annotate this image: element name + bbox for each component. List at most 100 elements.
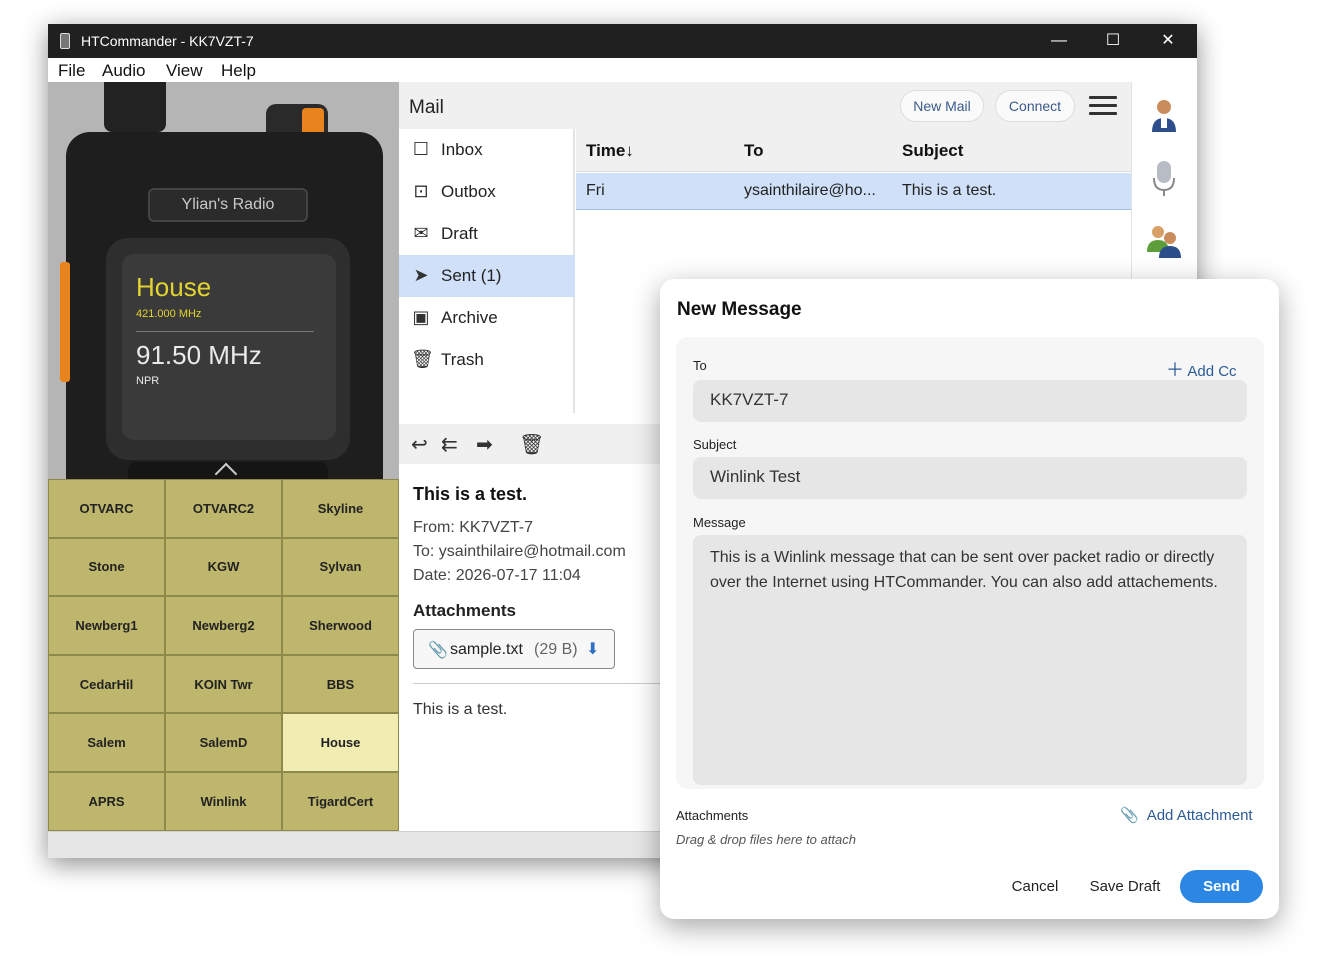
folder-draft[interactable]: ✉ Draft [399, 213, 575, 255]
row-to: ysainthilaire@ho... [744, 182, 876, 199]
message-fields: To ＋ Add Cc KK7VZT-7 Subject Winlink Tes… [676, 337, 1264, 789]
attachment-size: (29 B) [534, 641, 578, 658]
hamburger-menu-icon[interactable] [1089, 96, 1117, 116]
title-bar: HTCommander - KK7VZT-7 — ☐ ✕ [48, 24, 1197, 58]
viewer-attachments-heading: Attachments [413, 601, 516, 620]
channel-button[interactable]: KGW [165, 537, 282, 597]
reply-icon[interactable]: ↩ [411, 432, 428, 457]
menu-audio[interactable]: Audio [102, 61, 145, 81]
column-time[interactable]: Time↓ [586, 141, 634, 161]
menu-help[interactable]: Help [221, 61, 256, 81]
outbox-icon: ⊡ [413, 181, 429, 201]
reply-all-icon[interactable]: ⇇ [441, 432, 458, 457]
add-attachment-button[interactable]: 📎 Add Attachment [1120, 806, 1253, 824]
folder-label: Sent (1) [441, 266, 502, 285]
viewer-divider [413, 683, 673, 684]
delete-icon[interactable]: 🗑 [519, 432, 544, 457]
channel-button[interactable]: CedarHil [48, 654, 165, 714]
radio-vfo-frequency: 91.50 MHz [136, 340, 262, 370]
message-list-header: Time↓ To Subject [576, 129, 1131, 172]
folder-trash[interactable]: 🗑 Trash [399, 339, 575, 381]
message-body-field[interactable]: This is a Winlink message that can be se… [693, 535, 1247, 785]
channel-button[interactable]: KOIN Twr [165, 654, 282, 714]
maximize-button[interactable]: ☐ [1093, 28, 1133, 54]
attachment-chip[interactable]: 📎 sample.txt (29 B) ⬇ [413, 629, 615, 669]
radio-screen-divider [136, 331, 314, 332]
viewer-to: To: ysainthilaire@hotmail.com [413, 543, 626, 560]
channel-button[interactable]: OTVARC2 [165, 479, 282, 538]
channel-button[interactable]: OTVARC [48, 479, 165, 538]
new-message-dialog: New Message To ＋ Add Cc KK7VZT-7 Subject… [660, 279, 1279, 919]
channel-button[interactable]: Sherwood [282, 596, 399, 655]
viewer-subject: This is a test. [413, 484, 528, 504]
radio-nameplate: Ylian's Radio [148, 188, 308, 222]
table-row[interactable]: Fri ysainthilaire@ho... This is a test. [576, 173, 1131, 210]
trash-icon: 🗑 [411, 349, 434, 369]
channel-button[interactable]: APRS [48, 771, 165, 831]
folder-label: Draft [441, 224, 478, 243]
column-subject[interactable]: Subject [902, 141, 963, 161]
subject-label: Subject [693, 437, 737, 452]
folder-list: ☐ Inbox ⊡ Outbox ✉ Draft ➤ Sent (1) ▣ Ar… [399, 129, 575, 413]
forward-icon[interactable]: ➡ [476, 432, 493, 457]
radio-vfo-station: NPR [136, 375, 160, 387]
folder-inbox[interactable]: ☐ Inbox [399, 129, 575, 171]
channel-button[interactable]: Skyline [282, 479, 399, 538]
mail-header: Mail New Mail Connect [399, 82, 1131, 129]
channel-button[interactable]: Stone [48, 537, 165, 597]
close-button[interactable]: ✕ [1148, 28, 1188, 54]
user-icon[interactable] [1144, 94, 1184, 134]
draft-icon: ✉ [413, 223, 429, 243]
contacts-icon[interactable] [1144, 220, 1184, 260]
attachments-label: Attachments [676, 808, 749, 823]
channel-button[interactable]: TigardCert [282, 771, 399, 831]
channel-button[interactable]: Newberg2 [165, 596, 282, 655]
channel-button[interactable]: Winlink [165, 771, 282, 831]
folder-label: Outbox [441, 182, 496, 201]
folder-outbox[interactable]: ⊡ Outbox [399, 171, 575, 213]
radio-channel-frequency: 421.000 MHz [136, 308, 202, 320]
channel-button[interactable]: Newberg1 [48, 596, 165, 655]
add-cc-button[interactable]: ＋ Add Cc [1166, 356, 1237, 382]
row-subject: This is a test. [902, 182, 997, 199]
inbox-icon: ☐ [412, 139, 430, 159]
to-field[interactable]: KK7VZT-7 [693, 380, 1247, 422]
channel-button[interactable]: Salem [48, 713, 165, 772]
send-button[interactable]: Send [1180, 870, 1263, 903]
folder-archive[interactable]: ▣ Archive [399, 297, 575, 339]
sent-icon: ➤ [413, 265, 429, 285]
download-icon[interactable]: ⬇ [586, 639, 599, 659]
connect-button[interactable]: Connect [995, 90, 1075, 122]
channel-button[interactable]: Sylvan [282, 537, 399, 597]
channel-button[interactable]: BBS [282, 654, 399, 714]
menu-view[interactable]: View [166, 61, 203, 81]
radio-antenna [104, 82, 166, 132]
microphone-icon[interactable] [1144, 158, 1184, 198]
cancel-button[interactable]: Cancel [1000, 870, 1070, 903]
folder-label: Trash [441, 350, 484, 369]
paperclip-icon: 📎 [1120, 807, 1139, 824]
attachment-name: sample.txt [450, 641, 523, 658]
radio-panel: Ylian's Radio House 421.000 MHz 91.50 MH… [48, 82, 399, 479]
app-icon [60, 33, 70, 49]
radio-side-button [60, 262, 70, 382]
message-label: Message [693, 515, 746, 530]
menu-file[interactable]: File [58, 61, 85, 81]
window-title: HTCommander - KK7VZT-7 [81, 33, 254, 49]
channel-button[interactable]: SalemD [165, 713, 282, 772]
minimize-button[interactable]: — [1039, 28, 1079, 54]
channel-grid: OTVARC OTVARC2 Skyline Stone KGW Sylvan … [48, 479, 399, 831]
subject-field[interactable]: Winlink Test [693, 457, 1247, 499]
menu-bar: File Audio View Help [48, 58, 1197, 82]
dialog-title: New Message [677, 299, 802, 320]
viewer-date: Date: 2026-07-17 11:04 [413, 567, 581, 584]
new-mail-button[interactable]: New Mail [900, 90, 984, 122]
channel-button-active[interactable]: House [282, 713, 399, 772]
folder-sent[interactable]: ➤ Sent (1) [399, 255, 575, 297]
column-to[interactable]: To [744, 141, 764, 161]
save-draft-button[interactable]: Save Draft [1084, 870, 1166, 903]
radio-channel-name: House [136, 272, 212, 302]
drop-hint: Drag & drop files here to attach [676, 832, 856, 847]
folder-label: Inbox [441, 140, 483, 159]
archive-icon: ▣ [412, 307, 430, 327]
